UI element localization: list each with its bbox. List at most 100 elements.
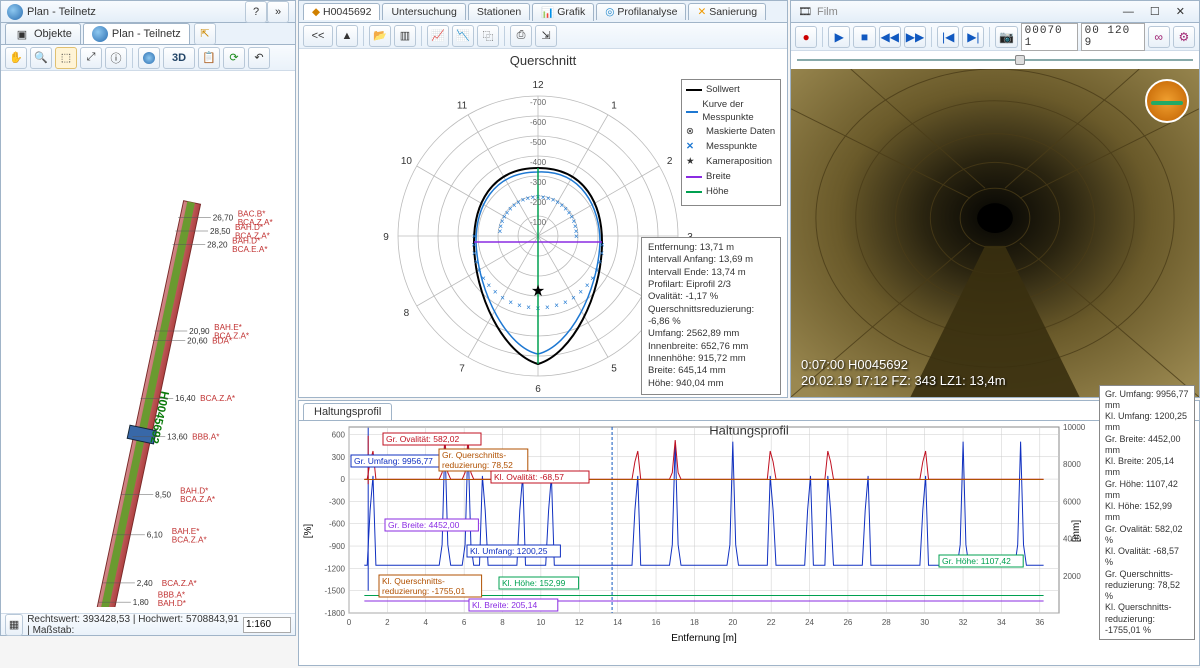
layer-tool[interactable]: 📋	[198, 47, 220, 69]
record-btn[interactable]: ●	[795, 26, 817, 48]
tab-haltungsprofil[interactable]: Haltungsprofil	[303, 403, 392, 420]
refresh-tool[interactable]: ⟳	[223, 47, 245, 69]
rewind-btn[interactable]: ◀◀	[879, 26, 901, 48]
svg-text:-600: -600	[530, 118, 547, 127]
pan-tool[interactable]: ✋	[5, 47, 27, 69]
stop-btn[interactable]: ■	[853, 26, 875, 48]
link-btn[interactable]: ∞	[1148, 26, 1170, 48]
svg-text:-200: -200	[530, 198, 547, 207]
view-3d[interactable]: 3D	[163, 47, 195, 69]
video-area[interactable]: 0:07:00 H0045692 20.02.19 17:12 FZ: 343 …	[791, 69, 1199, 397]
svg-text:5: 5	[611, 364, 617, 375]
svg-text:34: 34	[997, 618, 1006, 627]
help-button[interactable]: ?	[245, 1, 267, 23]
video-title: Film	[817, 6, 838, 18]
svg-text:-900: -900	[329, 542, 346, 551]
tab-teilnetz[interactable]: Plan - Teilnetz	[83, 23, 190, 44]
svg-text:Gr. Breite: 4452,00: Gr. Breite: 4452,00	[388, 520, 460, 530]
nav-back[interactable]: <<	[303, 25, 333, 47]
plan-title: Plan - Teilnetz	[27, 6, 96, 18]
polar-chart: Querschnitt ××××××××××××××××××××××××××××…	[299, 53, 787, 401]
zoom-tool[interactable]: 🔍	[30, 47, 52, 69]
svg-text:×: ×	[500, 293, 505, 302]
svg-text:300: 300	[332, 453, 346, 462]
tab-sanierung[interactable]: ✕ Sanierung	[688, 3, 766, 20]
svg-text:reduzierung: 78,52: reduzierung: 78,52	[442, 460, 513, 470]
scale-input[interactable]	[243, 617, 291, 633]
next-btn[interactable]: ▶|	[962, 26, 984, 48]
video-slider[interactable]	[797, 52, 1193, 68]
svg-text:-100: -100	[530, 218, 547, 227]
svg-text:11: 11	[457, 100, 468, 111]
popout-button[interactable]: ⇱	[194, 23, 216, 45]
window-close[interactable]: ✕	[1168, 5, 1193, 18]
svg-text:BCA.Z.A*: BCA.Z.A*	[162, 579, 198, 588]
svg-text:8,50: 8,50	[155, 490, 171, 499]
svg-text:BAH.D*: BAH.D*	[158, 599, 187, 607]
svg-text:BAC.B*: BAC.B*	[238, 210, 266, 219]
chart2-btn[interactable]: 📉	[452, 25, 474, 47]
svg-text:6: 6	[462, 618, 467, 627]
tab-objekte[interactable]: ▣Objekte	[5, 23, 81, 44]
settings-btn[interactable]: ⚙	[1173, 26, 1195, 48]
svg-text:-400: -400	[530, 158, 547, 167]
svg-text:×: ×	[486, 281, 491, 290]
window-min[interactable]: —	[1115, 6, 1142, 18]
svg-text:reduzierung: -1755,01: reduzierung: -1755,01	[382, 586, 465, 596]
video-caption: 0:07:00 H0045692 20.02.19 17:12 FZ: 343 …	[801, 357, 1006, 390]
film-icon: 🎞	[797, 4, 813, 20]
print-btn[interactable]: ⎙	[510, 25, 532, 47]
profile-toolbar: << ▲ 📂 ▥ 📈 📉 ⿻ ⎙ ⇲	[299, 23, 787, 49]
svg-text:26: 26	[843, 618, 852, 627]
svg-text:16: 16	[652, 618, 661, 627]
svg-text:BCA.E.A*: BCA.E.A*	[232, 245, 268, 254]
nav-up[interactable]: ▲	[336, 25, 358, 47]
polar-info: Entfernung: 13,71 mIntervall Anfang: 13,…	[641, 237, 781, 395]
grid-icon[interactable]: ▦	[5, 614, 23, 636]
svg-text:BBB.A*: BBB.A*	[158, 590, 186, 599]
svg-text:-300: -300	[329, 497, 346, 506]
info-tool[interactable]: ⓘ	[105, 47, 127, 69]
svg-text:×: ×	[474, 258, 479, 267]
svg-text:7: 7	[459, 364, 465, 375]
chart1-btn[interactable]: 📈	[427, 25, 449, 47]
collapse-button[interactable]: »	[267, 1, 289, 23]
tab-grafik[interactable]: 📊 Grafik	[532, 3, 594, 21]
svg-text:12: 12	[575, 618, 584, 627]
svg-text:28,20: 28,20	[207, 240, 228, 249]
svg-text:Kl. Ovalität: -68,57: Kl. Ovalität: -68,57	[494, 472, 564, 482]
select-tool[interactable]: ⬚	[55, 47, 77, 69]
svg-text:14: 14	[613, 618, 622, 627]
globe-tool[interactable]	[138, 47, 160, 69]
tab-profilanalyse[interactable]: ◎ Profilanalyse	[596, 3, 686, 20]
globe-icon	[7, 4, 23, 20]
svg-text:-600: -600	[329, 520, 346, 529]
forward-btn[interactable]: ▶▶	[904, 26, 926, 48]
zoom-extent[interactable]: ⤢	[80, 47, 102, 69]
undo-tool[interactable]: ↶	[248, 47, 270, 69]
play-btn[interactable]: ▶	[828, 26, 850, 48]
svg-text:-700: -700	[530, 98, 547, 107]
plan-canvas[interactable]: 16834 H0045692 26,70BAC.B*BCA.Z.A*28,50B…	[1, 71, 295, 607]
export-btn[interactable]: ⇲	[535, 25, 557, 47]
svg-text:BCA.Z.A*: BCA.Z.A*	[200, 394, 236, 403]
profile-tabstrip: ◆ H0045692 Untersuchung Stationen 📊 Graf…	[299, 1, 787, 23]
tab-pipe[interactable]: ◆ H0045692	[303, 3, 380, 20]
tab-stationen[interactable]: Stationen	[468, 3, 530, 20]
globe-icon	[92, 26, 108, 42]
table-btn[interactable]: ▥	[394, 25, 416, 47]
tab-untersuchung[interactable]: Untersuchung	[382, 3, 465, 20]
prev-btn[interactable]: |◀	[937, 26, 959, 48]
svg-text:1: 1	[611, 100, 617, 111]
svg-text:×: ×	[481, 274, 486, 283]
open-btn[interactable]: 📂	[369, 25, 391, 47]
svg-text:24: 24	[805, 618, 814, 627]
svg-text:12: 12	[532, 80, 544, 91]
video-toolbar: ● ▶ ■ ◀◀ ▶▶ |◀ ▶| 📷 00070 1 00 120 9 ∞ ⚙	[791, 23, 1199, 51]
copy-btn[interactable]: ⿻	[477, 25, 499, 47]
window-max[interactable]: ☐	[1142, 5, 1168, 18]
snapshot-btn[interactable]: 📷	[995, 26, 1017, 48]
svg-text:8: 8	[404, 308, 410, 319]
svg-text:36: 36	[1035, 618, 1044, 627]
svg-text:Gr. Höhe: 1107,42: Gr. Höhe: 1107,42	[942, 556, 1011, 566]
